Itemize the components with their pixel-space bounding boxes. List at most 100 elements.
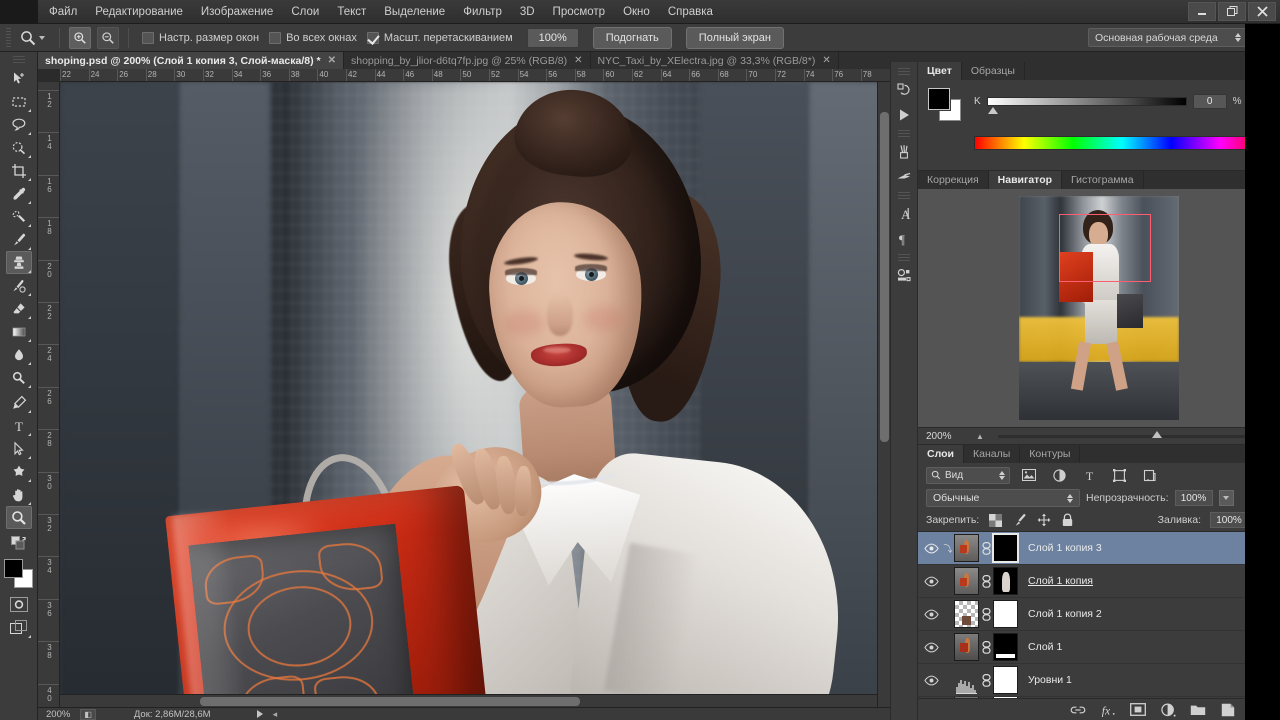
all-windows-checkbox[interactable]	[269, 31, 282, 44]
rail-grip[interactable]	[898, 192, 910, 199]
foreground-color-swatch[interactable]	[3, 559, 23, 578]
k-value-field[interactable]: 0	[1192, 94, 1227, 109]
quick-selection-tool[interactable]	[6, 136, 32, 159]
k-slider-thumb[interactable]	[987, 107, 998, 114]
tab-layers[interactable]: Слои	[918, 445, 964, 463]
menu-3d[interactable]: 3D	[511, 3, 544, 21]
document-tab-shopping-jpg[interactable]: shopping_by_jlior-d6tq7fp.jpg @ 25% (RGB…	[344, 52, 591, 69]
close-icon[interactable]: ✕	[822, 55, 830, 66]
layer-visibility-toggle[interactable]	[920, 609, 942, 620]
move-tool[interactable]	[6, 67, 32, 90]
layer-mask-thumbnail[interactable]	[992, 533, 1019, 563]
menu-filter[interactable]: Фильтр	[454, 3, 511, 21]
filter-pixel-layers-icon[interactable]	[1018, 466, 1040, 484]
close-icon[interactable]: ✕	[574, 55, 582, 66]
menu-layers[interactable]: Слои	[282, 3, 328, 21]
eraser-tool[interactable]	[6, 297, 32, 320]
fit-screen-button[interactable]: Подогнать	[592, 26, 672, 49]
blur-tool[interactable]	[6, 343, 32, 366]
quick-mask-toggle[interactable]	[6, 593, 32, 616]
lasso-tool[interactable]	[6, 113, 32, 136]
document-tab-shoping-psd[interactable]: shoping.psd @ 200% (Слой 1 копия 3, Слой…	[38, 52, 344, 69]
document-canvas[interactable]: ONLY	[60, 82, 890, 707]
layer-mask-link-icon[interactable]	[979, 541, 993, 555]
tab-channels[interactable]: Каналы	[964, 445, 1021, 463]
layer-visibility-toggle[interactable]	[920, 675, 942, 686]
lock-position-icon[interactable]	[1036, 513, 1051, 528]
menu-edit[interactable]: Редактирование	[86, 3, 192, 21]
tab-navigator[interactable]: Навигатор	[988, 171, 1063, 189]
status-preview-box[interactable]: ◧	[80, 708, 96, 720]
layer-row[interactable]: Слой 1 копия 2	[918, 598, 1280, 631]
brush-panel-icon[interactable]	[891, 139, 917, 164]
foreground-color-swatch[interactable]	[927, 87, 951, 111]
navigator-zoom-slider[interactable]	[997, 430, 1247, 438]
document-tab-nyc-taxi-jpg[interactable]: NYC_Taxi_by_XElectra.jpg @ 33,3% (RGB/8*…	[591, 52, 839, 69]
layer-mask-thumbnail[interactable]	[993, 633, 1018, 661]
rail-grip[interactable]	[898, 68, 910, 75]
navigator-zoom-value[interactable]: 200%	[926, 431, 968, 442]
new-layer-icon[interactable]	[1220, 702, 1236, 718]
scrollbar-thumb[interactable]	[880, 112, 889, 442]
close-icon[interactable]: ✕	[328, 55, 336, 66]
new-adjustment-layer-icon[interactable]	[1160, 702, 1176, 718]
tools-panel-grip[interactable]	[12, 56, 25, 64]
layer-thumbnail[interactable]	[954, 534, 979, 562]
zoom-percent-field[interactable]: 100%	[526, 27, 579, 48]
k-slider[interactable]	[986, 97, 1187, 114]
layer-name[interactable]: Слой 1 копия	[1028, 575, 1093, 587]
crop-tool[interactable]	[6, 159, 32, 182]
layer-thumbnail[interactable]	[954, 633, 979, 661]
navigator-preview[interactable]	[918, 189, 1280, 427]
layer-name[interactable]: Уровни 1	[1028, 674, 1072, 686]
layer-row[interactable]: ⤵ Слой 1 копия 3	[918, 532, 1280, 565]
healing-brush-tool[interactable]	[6, 205, 32, 228]
layer-mask-thumbnail[interactable]	[993, 600, 1018, 628]
canvas-vertical-scrollbar[interactable]	[877, 82, 890, 707]
dodge-tool[interactable]	[6, 366, 32, 389]
restore-button[interactable]	[1218, 2, 1246, 21]
gradient-tool[interactable]	[6, 320, 32, 343]
status-zoom-level[interactable]: 200%	[46, 709, 70, 720]
layer-mask-link-icon[interactable]	[979, 607, 993, 621]
layer-row[interactable]: Слой 1	[918, 631, 1280, 664]
layer-thumbnail[interactable]	[954, 600, 979, 628]
path-selection-tool[interactable]	[6, 437, 32, 460]
current-tool-preset[interactable]	[17, 27, 50, 49]
layer-mask-link-icon[interactable]	[979, 574, 993, 588]
color-panel-swatches[interactable]	[927, 87, 962, 122]
screen-mode-toggle[interactable]	[6, 616, 32, 639]
layer-mask-link-icon[interactable]	[979, 673, 993, 687]
fill-value-field[interactable]: 100%	[1210, 512, 1248, 528]
3d-panel-icon[interactable]	[891, 263, 917, 288]
scrubby-zoom-checkbox[interactable]	[366, 31, 379, 44]
filter-smart-objects-icon[interactable]	[1138, 466, 1160, 484]
status-menu-arrow-icon[interactable]	[256, 710, 263, 718]
pen-tool[interactable]	[6, 391, 32, 414]
minimize-button[interactable]	[1188, 2, 1216, 21]
filter-type-layers-icon[interactable]: T	[1078, 466, 1100, 484]
fullscreen-button[interactable]: Полный экран	[685, 26, 784, 49]
filter-adjustment-layers-icon[interactable]	[1048, 466, 1070, 484]
menu-image[interactable]: Изображение	[192, 3, 282, 21]
menu-window[interactable]: Окно	[614, 3, 659, 21]
tab-swatches[interactable]: Образцы	[962, 62, 1025, 80]
hand-tool[interactable]	[6, 483, 32, 506]
lock-transparent-pixels-icon[interactable]	[988, 513, 1003, 528]
horizontal-ruler[interactable]: 22 24 26 28 30 32 34 36 38 40 42 44 46 48 50 52 54 56 58 60…	[60, 69, 890, 82]
history-brush-tool[interactable]	[6, 274, 32, 297]
link-layers-icon[interactable]	[1070, 702, 1086, 718]
layer-name[interactable]: Слой 1 копия 3	[1028, 542, 1102, 554]
menu-help[interactable]: Справка	[659, 3, 722, 21]
options-bar-grip[interactable]	[6, 27, 11, 48]
zoom-in-button[interactable]	[69, 26, 91, 49]
menu-select[interactable]: Выделение	[375, 3, 454, 21]
opacity-value-field[interactable]: 100%	[1174, 490, 1213, 506]
layer-name[interactable]: Слой 1 копия 2	[1028, 608, 1102, 620]
tab-histogram[interactable]: Гистограмма	[1062, 171, 1144, 189]
zoom-tool[interactable]	[5, 506, 32, 529]
brush-presets-icon[interactable]	[891, 164, 917, 189]
workspace-selector[interactable]: Основная рабочая среда	[1088, 28, 1248, 47]
type-tool[interactable]: T	[6, 414, 32, 437]
layer-mask-thumbnail[interactable]	[993, 666, 1018, 694]
